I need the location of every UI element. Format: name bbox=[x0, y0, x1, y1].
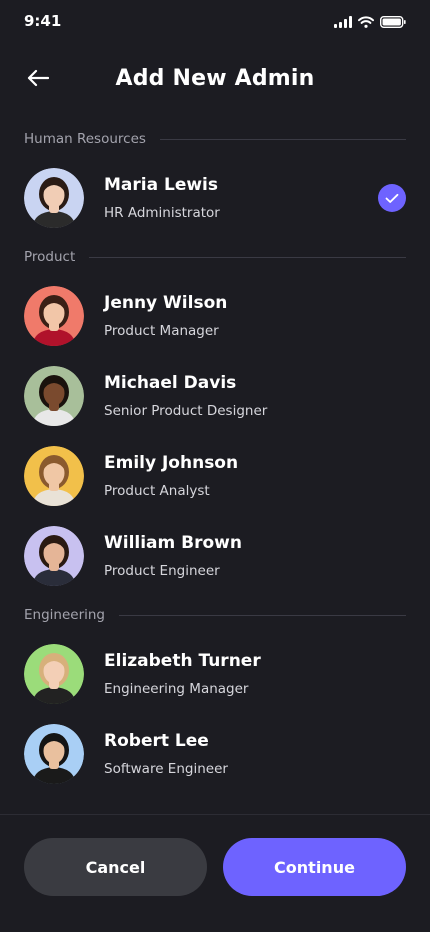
header: Add New Admin bbox=[0, 56, 430, 104]
signal-icon bbox=[334, 13, 352, 32]
person-info: Elizabeth Turner Engineering Manager bbox=[104, 650, 261, 698]
section-divider bbox=[159, 138, 406, 140]
avatar bbox=[24, 644, 84, 704]
person-row[interactable]: Robert Lee Software Engineer bbox=[0, 714, 430, 794]
continue-button[interactable]: Continue bbox=[223, 838, 406, 896]
person-role: Engineering Manager bbox=[104, 681, 249, 697]
person-info: William Brown Product Engineer bbox=[104, 532, 242, 580]
avatar bbox=[24, 366, 84, 426]
section-label: Engineering bbox=[24, 607, 105, 623]
person-row[interactable]: Michael Davis Senior Product Designer bbox=[0, 356, 430, 436]
section-header: Engineering bbox=[0, 596, 430, 634]
person-row[interactable]: Maria Lewis HR Administrator bbox=[0, 158, 430, 238]
avatar bbox=[24, 724, 84, 784]
person-role: HR Administrator bbox=[104, 205, 220, 221]
check-icon[interactable] bbox=[378, 184, 406, 212]
person-info: Maria Lewis HR Administrator bbox=[104, 174, 220, 222]
person-row[interactable]: Jenny Wilson Product Manager bbox=[0, 276, 430, 356]
status-bar: 9:41 bbox=[0, 0, 430, 44]
person-name: Elizabeth Turner bbox=[104, 651, 261, 671]
person-info: Emily Johnson Product Analyst bbox=[104, 452, 238, 500]
avatar bbox=[24, 168, 84, 228]
person-info: Michael Davis Senior Product Designer bbox=[104, 372, 267, 420]
section-header: Human Resources bbox=[0, 120, 430, 158]
page-title: Add New Admin bbox=[115, 66, 315, 91]
section-divider bbox=[89, 256, 406, 258]
person-role: Product Manager bbox=[104, 323, 219, 339]
person-role: Software Engineer bbox=[104, 761, 228, 777]
footer-actions: Cancel Continue bbox=[0, 815, 430, 932]
person-row[interactable]: William Brown Product Engineer bbox=[0, 516, 430, 596]
section-header: Product bbox=[0, 238, 430, 276]
person-role: Senior Product Designer bbox=[104, 403, 268, 419]
person-name: Jenny Wilson bbox=[104, 293, 228, 313]
section-label: Human Resources bbox=[24, 131, 146, 147]
person-name: Emily Johnson bbox=[104, 453, 239, 473]
admin-candidate-list[interactable]: Human Resources Maria Lewis HR Administrat… bbox=[0, 120, 430, 814]
person-name: Robert Lee bbox=[104, 731, 209, 751]
person-info: Robert Lee Software Engineer bbox=[104, 730, 228, 778]
person-info: Jenny Wilson Product Manager bbox=[104, 292, 227, 340]
person-name: William Brown bbox=[104, 533, 242, 553]
person-role: Product Analyst bbox=[104, 483, 210, 499]
person-role: Product Engineer bbox=[104, 563, 220, 579]
section-label: Product bbox=[24, 249, 76, 265]
person-row[interactable]: Elizabeth Turner Engineering Manager bbox=[0, 634, 430, 714]
person-row[interactable]: Emily Johnson Product Analyst bbox=[0, 436, 430, 516]
status-icons bbox=[334, 13, 406, 32]
avatar bbox=[24, 446, 84, 506]
person-name: Michael Davis bbox=[104, 373, 237, 393]
cancel-button[interactable]: Cancel bbox=[24, 838, 207, 896]
wifi-icon bbox=[358, 13, 374, 32]
avatar bbox=[24, 286, 84, 346]
section-divider bbox=[119, 614, 406, 616]
person-name: Maria Lewis bbox=[104, 175, 219, 195]
avatar bbox=[24, 526, 84, 586]
battery-icon bbox=[379, 13, 406, 32]
status-time: 9:41 bbox=[24, 12, 62, 30]
